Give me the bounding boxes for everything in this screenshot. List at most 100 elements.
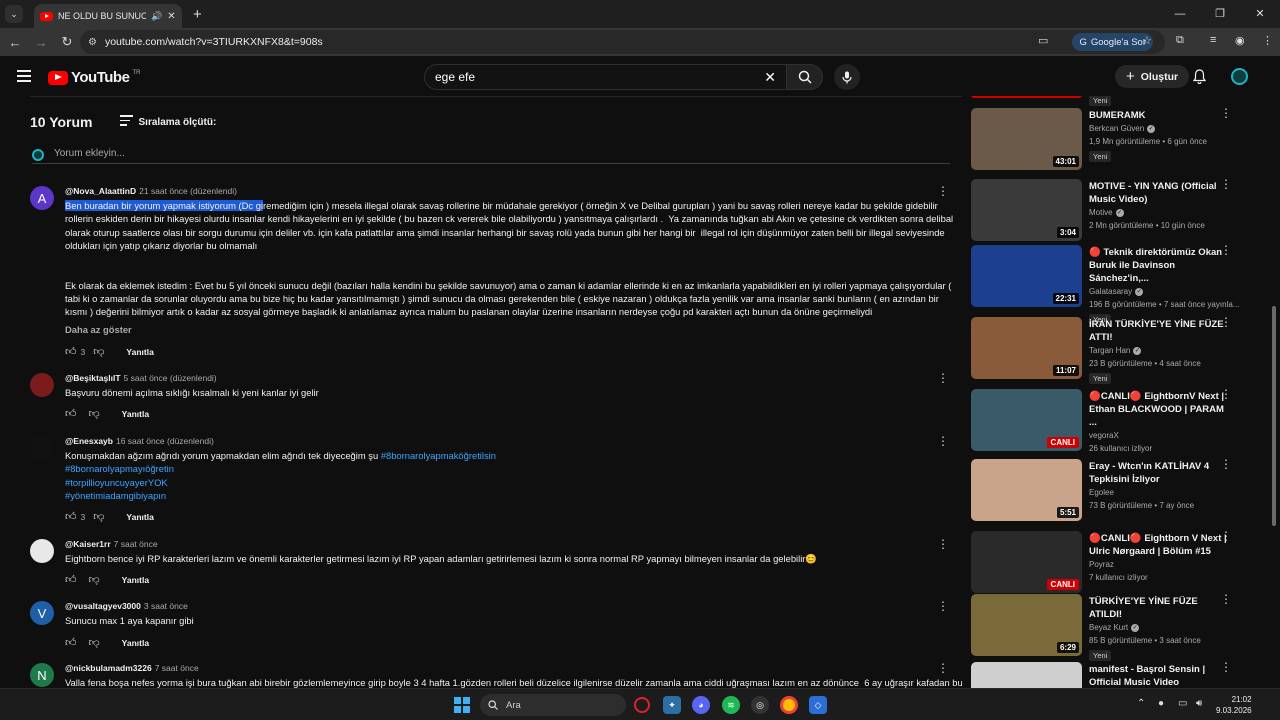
channel-name[interactable]: Egolee [1089,488,1114,497]
video-thumbnail[interactable]: 3:04 [971,179,1082,241]
hashtag-link[interactable]: #8bornarolyapmaköğretilsin [381,450,496,461]
video-more-icon[interactable]: ⋮ [1220,530,1232,542]
video-card[interactable]: 11:07 İRAN TÜRKİYE'YE YİNE FÜZE ATTI! Targ… [971,316,1251,384]
notifications-bell-icon[interactable] [1192,69,1207,87]
video-channel[interactable]: Beyaz Kurt ✓ [1089,621,1227,634]
channel-name[interactable]: Beyaz Kurt [1089,623,1128,632]
video-more-icon[interactable]: ⋮ [1220,458,1232,470]
video-thumbnail[interactable]: 43:01 [971,108,1082,170]
address-bar[interactable]: ⚙ youtube.com/watch?v=3TIURKXNFX8&t=908s [80,30,1165,54]
search-input[interactable]: ege efe ✕ [424,64,786,90]
comment-more-icon[interactable]: ⋮ [937,538,949,550]
video-channel[interactable]: Berkcan Güven ✓ [1089,122,1227,135]
video-title[interactable]: manifest - Başrol Sensin | Official Musi… [1089,663,1227,688]
audio-playing-icon[interactable]: 🔊 [151,11,162,22]
minimize-button[interactable]: — [1160,0,1200,28]
video-card[interactable]: CANLI 🔴CANLI🔴 Eightborn V Next | Ulric Nø… [971,530,1251,593]
video-card[interactable]: 6:29 TÜRKİYE'YE YİNE FÜZE ATILDI! Beyaz Ku… [971,593,1251,661]
video-card[interactable]: 3:04 MOTIVE - YIN YANG (Official Music Vi… [971,178,1251,241]
hamburger-menu-icon[interactable] [17,70,31,82]
comment-author[interactable]: @Kaiser1rr [65,539,111,549]
close-window-button[interactable]: ✕ [1240,0,1280,28]
video-thumbnail[interactable]: CANLI [971,389,1082,451]
video-thumbnail[interactable]: 11:07 [971,317,1082,379]
scrollbar-thumb[interactable] [1272,306,1276,526]
tab-search-chevron-icon[interactable]: ⌄ [5,5,23,23]
network-icon[interactable]: ▭ [1178,698,1187,709]
video-channel[interactable]: Motive ✓ [1089,206,1227,219]
reading-list-icon[interactable]: ≡ [1210,34,1216,46]
video-card[interactable]: CANLI 🔴CANLI🔴 EightbornV Next | Ethan BLA… [971,388,1251,453]
page-scrollbar[interactable] [1271,96,1277,688]
commenter-avatar[interactable]: N [30,663,54,687]
chrome-icon[interactable] [780,696,798,714]
comment-more-icon[interactable]: ⋮ [937,435,949,447]
spotify-icon[interactable]: ≋ [722,696,740,714]
cast-icon[interactable]: ▭ [1038,34,1048,47]
dislike-icon[interactable]: 👎︎ [89,636,100,649]
comment-author[interactable]: @vusaltagyev3000 [65,601,141,611]
comment-more-icon[interactable]: ⋮ [937,662,949,674]
tab-close-icon[interactable]: ✕ [167,11,175,22]
commenter-avatar[interactable] [30,436,54,460]
commenter-avatar[interactable] [30,539,54,563]
video-card[interactable]: 5:51 Eray - Wtcn'ın KATLİHAV 4 Tepkisini … [971,458,1251,521]
comment-author[interactable]: @BeşiktaşlılT [65,373,121,383]
video-thumbnail[interactable]: CANLI [971,531,1082,593]
hashtag-link[interactable]: #torpillioyuncuyayerYOK [65,477,168,488]
video-title[interactable]: 🔴CANLI🔴 EightbornV Next | Ethan BLACKWOO… [1089,390,1227,429]
volume-icon[interactable]: 🔊︎ [1196,698,1202,709]
tray-chevron-icon[interactable]: ⌃ [1137,698,1145,709]
like-icon[interactable]: 👍︎ [65,636,77,649]
video-title[interactable]: 🔴 Teknik direktörümüz Okan Buruk ile Dav… [1089,246,1227,285]
dislike-icon[interactable]: 👎︎ [89,573,100,586]
video-thumbnail[interactable]: 6:29 [971,594,1082,656]
commenter-avatar[interactable]: V [30,601,54,625]
video-title[interactable]: İRAN TÜRKİYE'YE YİNE FÜZE ATTI! [1089,318,1227,344]
dislike-icon[interactable]: 👎︎ [93,345,104,358]
video-card[interactable]: 43:01 BUMERAMK Berkcan Güven ✓ 1,9 Mn görünt… [971,107,1251,170]
like-icon[interactable]: 👍︎ [65,573,77,586]
dislike-icon[interactable]: 👎︎ [93,510,104,523]
like-icon[interactable]: 👍︎ [65,510,77,523]
channel-name[interactable]: Motive [1089,208,1113,217]
reply-button[interactable]: Yanıtla [122,638,149,648]
hashtag-link[interactable]: #8bornarolyapmayıöğretin [65,463,174,474]
video-more-icon[interactable]: ⋮ [1220,388,1232,400]
taskbar-clock[interactable]: 21:02 9.03.2026 [1216,694,1252,716]
channel-name[interactable]: Poyraz [1089,560,1114,569]
video-more-icon[interactable]: ⋮ [1220,244,1232,256]
site-info-icon[interactable]: ⚙ [88,37,97,48]
video-title[interactable]: BUMERAMK [1089,109,1227,122]
comment-author[interactable]: @Enesxayb [65,436,113,446]
video-channel[interactable]: Poyraz [1089,558,1227,571]
commenter-avatar[interactable]: A [30,186,54,210]
new-tab-button[interactable]: + [193,6,202,23]
comment-time[interactable]: 5 saat önce (düzenlendi) [124,373,217,383]
video-more-icon[interactable]: ⋮ [1220,316,1232,328]
video-title[interactable]: Eray - Wtcn'ın KATLİHAV 4 Tepkisini İzli… [1089,460,1227,486]
comment-time[interactable]: 7 saat önce [155,663,199,673]
clear-search-icon[interactable]: ✕ [764,69,776,86]
app2-icon[interactable]: ◇ [809,696,827,714]
comment-more-icon[interactable]: ⋮ [937,600,949,612]
google-lens-button[interactable]: G Google'a Sor [1072,33,1153,51]
taskbar-search[interactable]: Ara [480,694,626,716]
video-channel[interactable]: Targan Han ✓ [1089,344,1227,357]
video-more-icon[interactable]: ⋮ [1220,178,1232,190]
video-channel[interactable]: Galatasaray ✓ [1089,285,1227,298]
app-icon[interactable]: ✦ [663,696,681,714]
comment-time[interactable]: 7 saat önce [114,539,158,549]
dislike-icon[interactable]: 👎︎ [89,407,100,420]
comment-author[interactable]: @Nova_AlaattinD [65,186,136,196]
tray-mic-icon[interactable]: ● [1158,698,1164,709]
reload-button[interactable]: ↻ [54,34,80,50]
comment-author[interactable]: @nickbulamadm3226 [65,663,152,673]
video-thumbnail[interactable]: 22:31 [971,245,1082,307]
reply-button[interactable]: Yanıtla [126,512,153,522]
comment-time[interactable]: 16 saat önce (düzenlendi) [116,436,214,446]
comment-more-icon[interactable]: ⋮ [937,372,949,384]
windows-start-icon[interactable] [454,697,470,713]
video-thumbnail-partial[interactable] [971,96,1082,98]
bookmark-star-icon[interactable]: ☆ [1142,34,1152,47]
